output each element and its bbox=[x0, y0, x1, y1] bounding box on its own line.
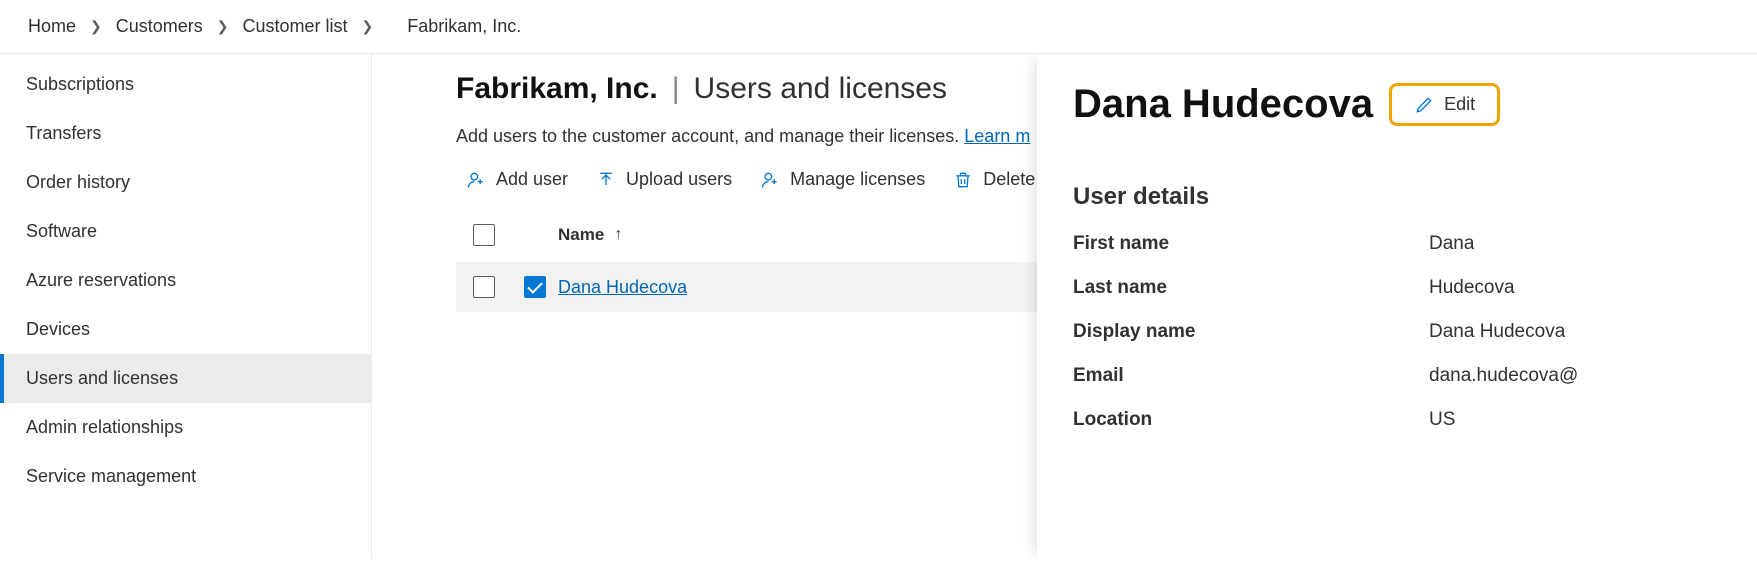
detail-first-name: First name Dana bbox=[1073, 233, 1721, 255]
sidebar-item-transfers[interactable]: Transfers bbox=[0, 109, 371, 158]
edit-label: Edit bbox=[1444, 94, 1475, 115]
manage-licenses-icon bbox=[760, 170, 780, 190]
pencil-icon bbox=[1414, 95, 1434, 115]
breadcrumb: Home ❯ Customers ❯ Customer list ❯ Fabri… bbox=[0, 0, 1757, 53]
detail-label: Email bbox=[1073, 365, 1429, 387]
add-user-label: Add user bbox=[496, 169, 568, 190]
sidebar-item-admin-relationships[interactable]: Admin relationships bbox=[0, 403, 371, 452]
detail-email: Email dana.hudecova@ bbox=[1073, 365, 1721, 387]
sidebar-item-subscriptions[interactable]: Subscriptions bbox=[0, 60, 371, 109]
detail-value: US bbox=[1429, 409, 1455, 431]
chevron-right-icon: ❯ bbox=[362, 18, 374, 35]
chevron-right-icon: ❯ bbox=[217, 18, 229, 35]
breadcrumb-item-home[interactable]: Home bbox=[28, 16, 76, 37]
detail-value: Dana bbox=[1429, 233, 1474, 255]
row-selected-checkbox[interactable] bbox=[524, 276, 546, 298]
detail-label: Location bbox=[1073, 409, 1429, 431]
main-content: Fabrikam, Inc. | Users and licenses Add … bbox=[372, 54, 1757, 559]
detail-display-name: Display name Dana Hudecova bbox=[1073, 321, 1721, 343]
sidebar-item-service-management[interactable]: Service management bbox=[0, 452, 371, 501]
sidebar-item-azure-reservations[interactable]: Azure reservations bbox=[0, 256, 371, 305]
panel-section-title: User details bbox=[1073, 183, 1721, 211]
sidebar: Subscriptions Transfers Order history So… bbox=[0, 54, 372, 559]
sidebar-item-order-history[interactable]: Order history bbox=[0, 158, 371, 207]
delete-icon bbox=[953, 170, 973, 190]
user-name-link[interactable]: Dana Hudecova bbox=[558, 277, 687, 298]
breadcrumb-item-customers[interactable]: Customers bbox=[116, 16, 203, 37]
detail-label: First name bbox=[1073, 233, 1429, 255]
add-user-icon bbox=[466, 170, 486, 190]
title-separator: | bbox=[672, 72, 680, 106]
panel-title: Dana Hudecova bbox=[1073, 82, 1373, 127]
learn-more-link[interactable]: Learn m bbox=[964, 126, 1030, 146]
detail-value: dana.hudecova@ bbox=[1429, 365, 1578, 387]
page-title-section: Users and licenses bbox=[694, 72, 947, 106]
detail-last-name: Last name Hudecova bbox=[1073, 277, 1721, 299]
breadcrumb-current: Fabrikam, Inc. bbox=[407, 16, 521, 37]
detail-label: Last name bbox=[1073, 277, 1429, 299]
sidebar-item-users-and-licenses[interactable]: Users and licenses bbox=[0, 354, 371, 403]
page-title-company: Fabrikam, Inc. bbox=[456, 72, 658, 106]
detail-label: Display name bbox=[1073, 321, 1429, 343]
sidebar-item-devices[interactable]: Devices bbox=[0, 305, 371, 354]
column-name-label: Name bbox=[558, 225, 604, 245]
select-all-checkbox[interactable] bbox=[473, 224, 495, 246]
manage-licenses-button[interactable]: Manage licenses bbox=[760, 169, 925, 190]
upload-users-label: Upload users bbox=[626, 169, 732, 190]
delete-label: Delete bbox=[983, 169, 1035, 190]
row-checkbox[interactable] bbox=[473, 276, 495, 298]
subtext-copy: Add users to the customer account, and m… bbox=[456, 126, 964, 146]
detail-value: Dana Hudecova bbox=[1429, 321, 1565, 343]
sidebar-item-software[interactable]: Software bbox=[0, 207, 371, 256]
column-header-name[interactable]: Name ↑ bbox=[558, 225, 958, 245]
detail-location: Location US bbox=[1073, 409, 1721, 431]
add-user-button[interactable]: Add user bbox=[466, 169, 568, 190]
chevron-right-icon: ❯ bbox=[90, 18, 102, 35]
breadcrumb-item-customer-list[interactable]: Customer list bbox=[243, 16, 348, 37]
upload-icon bbox=[596, 170, 616, 190]
detail-value: Hudecova bbox=[1429, 277, 1515, 299]
delete-button[interactable]: Delete bbox=[953, 169, 1035, 190]
sort-ascending-icon: ↑ bbox=[614, 226, 622, 244]
upload-users-button[interactable]: Upload users bbox=[596, 169, 732, 190]
manage-licenses-label: Manage licenses bbox=[790, 169, 925, 190]
edit-button[interactable]: Edit bbox=[1389, 83, 1500, 126]
user-details-panel: Dana Hudecova Edit User details First na… bbox=[1037, 54, 1757, 559]
